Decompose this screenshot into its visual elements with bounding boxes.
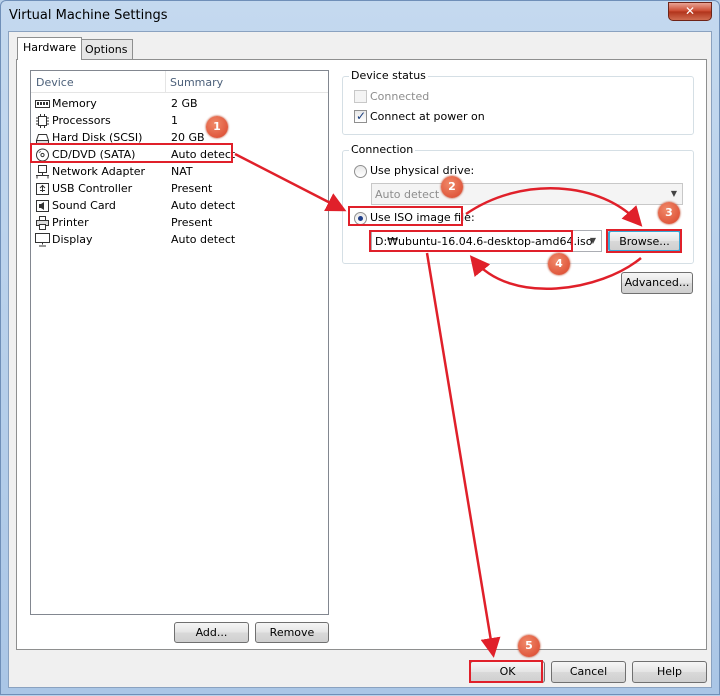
use-physical-drive-label: Use physical drive: (370, 164, 475, 177)
device-name: Display (52, 233, 93, 246)
device-row-hard-disk[interactable]: Hard Disk (SCSI) 20 GB (32, 130, 327, 147)
step-badge-4: 4 (548, 253, 570, 275)
close-button[interactable]: ✕ (668, 2, 712, 21)
device-row-display[interactable]: Display Auto detect (32, 232, 327, 249)
help-button[interactable]: Help (632, 661, 707, 683)
device-column-header[interactable]: Device (36, 76, 74, 89)
physical-drive-value: Auto detect (375, 188, 440, 201)
connect-at-power-on-checkbox[interactable] (354, 109, 367, 123)
browse-button[interactable]: Browse... (608, 230, 681, 252)
device-status-title: Device status (349, 69, 428, 82)
device-name: Sound Card (52, 199, 116, 212)
cancel-button[interactable]: Cancel (551, 661, 626, 683)
ok-button[interactable]: OK (470, 661, 545, 683)
device-name: USB Controller (52, 182, 133, 195)
column-separator[interactable] (165, 71, 166, 93)
chevron-down-icon[interactable]: ▼ (668, 187, 680, 201)
device-summary: Auto detect (171, 233, 236, 246)
step-badge-5: 5 (518, 635, 540, 657)
physical-drive-select[interactable]: Auto detect ▼ (371, 183, 683, 205)
sound-card-icon (36, 200, 49, 212)
device-row-usb-controller[interactable]: USB Controller Present (32, 181, 327, 198)
remove-button[interactable]: Remove (255, 622, 329, 643)
device-summary: 2 GB (171, 97, 198, 110)
advanced-button[interactable]: Advanced... (621, 272, 693, 294)
device-list[interactable]: Device Summary Memory 2 GB Processors 1 … (30, 70, 329, 615)
device-name: Hard Disk (SCSI) (52, 131, 143, 144)
device-row-cd-dvd[interactable]: CD/DVD (SATA) Auto detect (32, 147, 327, 164)
use-iso-image-label: Use ISO image file: (370, 211, 475, 224)
iso-path-value: D:₩ubuntu-16.04.6-desktop-amd64.iso (375, 235, 593, 248)
device-summary: Present (171, 216, 213, 229)
connect-at-power-on-label: Connect at power on (370, 110, 485, 123)
processor-icon (36, 114, 49, 128)
tab-options[interactable]: Options (79, 39, 134, 60)
device-row-processors[interactable]: Processors 1 (32, 113, 327, 130)
usb-controller-icon (36, 183, 49, 195)
tab-hardware[interactable]: Hardware (17, 37, 83, 60)
window-title: Virtual Machine Settings (9, 8, 168, 23)
connection-title: Connection (349, 143, 416, 156)
step-badge-1: 1 (206, 116, 228, 138)
network-adapter-icon (36, 165, 49, 179)
hard-disk-icon (35, 134, 50, 144)
device-list-header: Device Summary (31, 71, 328, 93)
device-row-memory[interactable]: Memory 2 GB (32, 96, 327, 113)
device-name: Network Adapter (52, 165, 146, 178)
device-summary: 1 (171, 114, 178, 127)
use-iso-image-radio[interactable] (354, 212, 367, 225)
device-row-network-adapter[interactable]: Network Adapter NAT (32, 164, 327, 181)
use-physical-drive-radio[interactable] (354, 165, 367, 178)
device-status-group: Device status Connected Connect at power… (342, 69, 694, 135)
device-summary: NAT (171, 165, 193, 178)
settings-window: Virtual Machine Settings ✕ Hardware Opti… (0, 0, 720, 695)
iso-path-combobox[interactable]: D:₩ubuntu-16.04.6-desktop-amd64.iso ▼ (371, 230, 602, 252)
device-row-sound-card[interactable]: Sound Card Auto detect (32, 198, 327, 215)
add-button[interactable]: Add... (174, 622, 249, 643)
device-name: Memory (52, 97, 97, 110)
step-badge-3: 3 (658, 202, 680, 224)
cd-dvd-icon (36, 148, 49, 162)
step-badge-2: 2 (441, 176, 463, 198)
device-summary: Auto detect (171, 148, 236, 161)
device-summary: Present (171, 182, 213, 195)
device-name: CD/DVD (SATA) (52, 148, 136, 161)
device-name: Processors (52, 114, 111, 127)
device-row-printer[interactable]: Printer Present (32, 215, 327, 232)
dialog-client: Hardware Options Device Summary Memory 2… (8, 31, 712, 688)
summary-column-header[interactable]: Summary (170, 76, 223, 89)
chevron-down-icon[interactable]: ▼ (587, 234, 599, 248)
title-bar[interactable]: Virtual Machine Settings ✕ (1, 1, 719, 31)
display-icon (35, 233, 50, 247)
printer-icon (36, 216, 49, 230)
device-name: Printer (52, 216, 89, 229)
connected-label: Connected (370, 90, 430, 103)
device-summary: 20 GB (171, 131, 205, 144)
memory-icon (35, 100, 50, 108)
connected-checkbox[interactable] (354, 90, 367, 103)
device-summary: Auto detect (171, 199, 236, 212)
